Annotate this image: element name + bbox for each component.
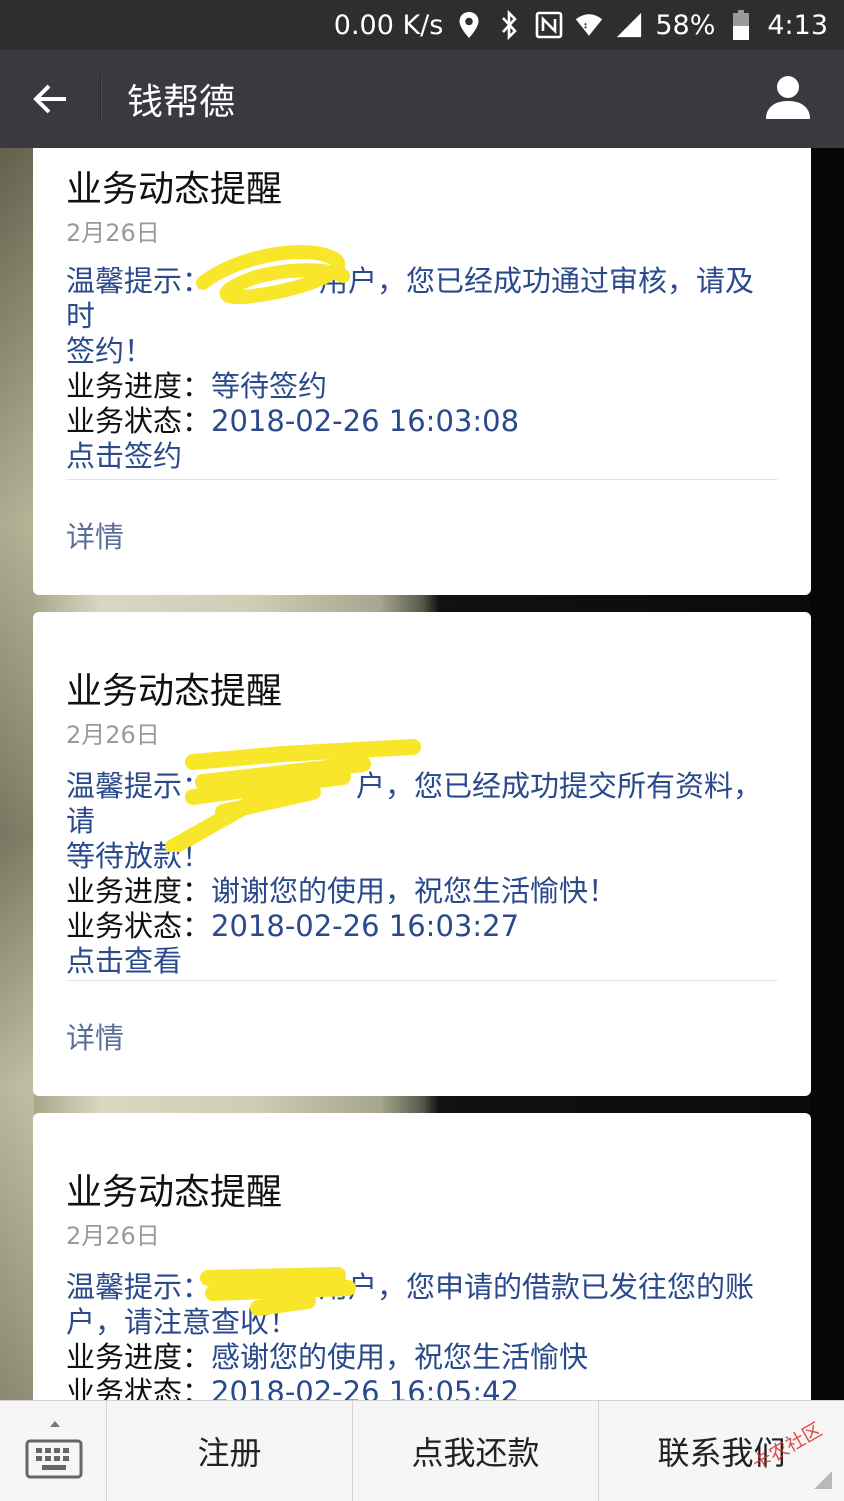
menu-repay[interactable]: 点我还款 (353, 1401, 599, 1501)
tip-label: 温馨提示： (66, 1270, 212, 1304)
card-title: 业务动态提醒 (66, 169, 283, 210)
status-label: 业务状态： (66, 909, 212, 943)
header-divider (100, 75, 101, 123)
card-date: 2月26日 (66, 1222, 160, 1250)
card-divider (66, 479, 778, 480)
detail-link[interactable]: 详情 (66, 514, 124, 556)
tip-label: 温馨提示： (66, 264, 212, 298)
card-title: 业务动态提醒 (66, 671, 283, 712)
menu-register-label: 注册 (197, 1434, 262, 1472)
status-label: 业务状态： (66, 1375, 212, 1400)
message-card: 业务动态提醒 2月26日 温馨提示： 用户，您已经成功通过审核，请及时 签约！ 业… (33, 148, 811, 595)
card-divider (66, 980, 778, 981)
tip-text-cont: 等待放款！ (66, 839, 212, 873)
message-feed[interactable]: 业务动态提醒 2月26日 温馨提示： 用户，您已经成功通过审核，请及时 签约！ 业… (33, 148, 811, 1400)
tip-text: 用户，您申请的借款已发往您的账 (319, 1270, 755, 1304)
signal-icon (615, 10, 643, 40)
detail-link[interactable]: 详情 (66, 1015, 124, 1057)
status-label: 业务状态： (66, 404, 212, 438)
keyboard-icon (25, 1421, 83, 1479)
menu-register[interactable]: 注册 (107, 1401, 353, 1501)
card-date: 2月26日 (66, 219, 160, 247)
card-date: 2月26日 (66, 721, 160, 749)
profile-icon (766, 76, 810, 119)
tip-text-cont: 签约！ (66, 334, 154, 368)
menu-contact-label: 联系我们 (657, 1434, 786, 1472)
background-left-edge (0, 148, 34, 1400)
card-body: 温馨提示： 户，您已经成功提交所有资料，请 等待放款！ 业务进度：谢谢您的使用，祝… (66, 769, 781, 979)
tip-label: 温馨提示： (66, 769, 212, 803)
keyboard-toggle-button[interactable] (0, 1401, 107, 1501)
card-title: 业务动态提醒 (66, 1172, 283, 1213)
progress-value: 感谢您的使用，祝您生活愉快 (211, 1340, 589, 1374)
message-card: 业务动态提醒 2月26日 温馨提示： 用户，您申请的借款已发往您的账 户，请注意查… (33, 1113, 811, 1400)
battery-percent: 58% (655, 9, 716, 41)
card-body: 温馨提示： 用户，您申请的借款已发往您的账 户，请注意查收！ 业务进度：感谢您的使… (66, 1270, 781, 1400)
progress-label: 业务进度： (66, 1340, 212, 1374)
chat-header: 钱帮德 (0, 50, 844, 148)
back-button[interactable] (0, 50, 100, 148)
bottom-menu-bar: 注册 点我还款 联系我们 (0, 1400, 844, 1501)
svg-text:↕: ↕ (583, 21, 589, 30)
message-card: 业务动态提醒 2月26日 温馨提示： 户，您已经成功提交所有资料，请 等待放款！ … (33, 612, 811, 1096)
status-value: 2018-02-26 16:03:27 (211, 909, 520, 943)
card-body: 温馨提示： 用户，您已经成功通过审核，请及时 签约！ 业务进度：等待签约 业务状态… (66, 264, 781, 474)
net-speed: 0.00 K/s (333, 9, 444, 41)
menu-contact[interactable]: 联系我们 (599, 1401, 844, 1501)
status-value: 2018-02-26 16:03:08 (211, 404, 520, 438)
status-value: 2018-02-26 16:05:42 (211, 1375, 520, 1400)
clock: 4:13 (767, 9, 828, 41)
background-right-edge (810, 148, 844, 1400)
battery-icon (727, 10, 755, 40)
progress-value: 等待签约 (211, 369, 328, 403)
view-link[interactable]: 点击查看 (66, 944, 781, 979)
nfc-icon (535, 10, 563, 40)
bluetooth-icon (495, 10, 523, 40)
tip-text-cont: 户，请注意查收！ (66, 1305, 299, 1339)
progress-label: 业务进度： (66, 369, 212, 403)
menu-repay-label: 点我还款 (411, 1434, 540, 1472)
progress-label: 业务进度： (66, 874, 212, 908)
submenu-indicator-icon (814, 1471, 832, 1489)
back-arrow-icon (33, 84, 66, 114)
wifi-icon: ↕ (575, 10, 603, 40)
progress-value: 谢谢您的使用，祝您生活愉快！ (211, 874, 618, 908)
profile-button[interactable] (764, 74, 814, 124)
sign-link[interactable]: 点击签约 (66, 439, 781, 474)
chat-title: 钱帮德 (127, 82, 236, 123)
location-icon (455, 10, 483, 40)
status-bar: 0.00 K/s ↕ 58% 4:13 (0, 0, 844, 50)
